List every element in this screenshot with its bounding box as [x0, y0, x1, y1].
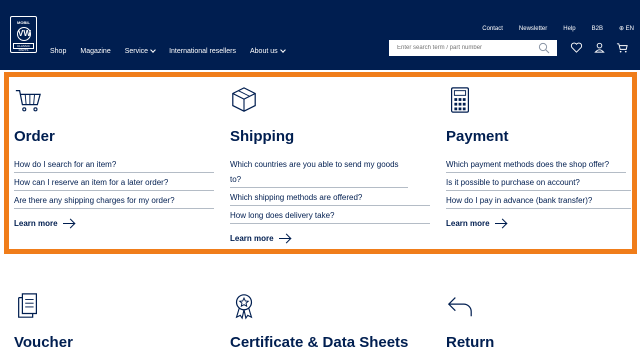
certificate-icon — [235, 294, 253, 320]
faq-section-payment: Payment Which payment methods does the s… — [446, 86, 631, 231]
learn-more-link[interactable]: Learn more — [14, 219, 74, 228]
section-title: Return — [446, 334, 495, 351]
search-input[interactable] — [397, 45, 535, 51]
faq-section-shipping: Shipping Which countries are you able to… — [230, 86, 430, 246]
learn-more-link[interactable]: Learn more — [446, 219, 506, 228]
arrow-right-icon — [278, 238, 290, 239]
learn-more-label: Learn more — [230, 234, 274, 243]
site-header: MOBIL VW CLASSIC PARTS Shop Magazine Ser… — [0, 0, 640, 70]
vw-logo-icon: VW — [17, 27, 31, 41]
logo-bottom-text: CLASSIC PARTS — [13, 43, 34, 52]
help-link[interactable]: Help — [563, 26, 575, 32]
header-icons — [570, 41, 629, 54]
user-icon[interactable] — [593, 41, 606, 54]
faq-section-return: Return — [446, 292, 494, 351]
faq-section-voucher: Voucher — [14, 292, 73, 351]
main-nav: Shop Magazine Service International rese… — [50, 44, 286, 58]
vw-classic-parts-logo[interactable]: MOBIL VW CLASSIC PARTS — [10, 16, 37, 53]
nav-about-label: About us — [250, 47, 278, 55]
utility-links: Contact Newsletter Help B2B ⊕ EN — [482, 25, 634, 33]
faq-link[interactable]: How do I pay in advance (bank transfer)? — [446, 193, 631, 209]
language-label: EN — [625, 26, 634, 32]
box-icon — [232, 87, 256, 112]
chevron-down-icon — [279, 47, 286, 53]
section-title: Order — [14, 128, 55, 145]
nav-shop[interactable]: Shop — [50, 48, 66, 55]
section-title: Shipping — [230, 128, 295, 145]
faq-link[interactable]: How long does delivery take? — [230, 208, 430, 224]
section-title: Voucher — [14, 334, 73, 351]
cart-icon[interactable] — [616, 41, 629, 54]
b2b-link[interactable]: B2B — [592, 26, 603, 32]
return-icon — [447, 297, 472, 317]
faq-link[interactable]: Is it possible to purchase on account? — [446, 175, 631, 191]
faq-link[interactable]: Are there any shipping charges for my or… — [14, 193, 214, 209]
faq-link[interactable]: How can I reserve an item for a later or… — [14, 175, 214, 191]
nav-international-resellers[interactable]: International resellers — [169, 48, 236, 55]
logo-top-text: MOBIL — [17, 20, 30, 25]
arrow-right-icon — [494, 223, 506, 224]
document-icon — [18, 293, 38, 318]
nav-about-us[interactable]: About us — [250, 47, 286, 55]
faq-link[interactable]: Which shipping methods are offered? — [230, 190, 430, 206]
arrow-right-icon — [62, 223, 74, 224]
heart-icon[interactable] — [570, 41, 583, 54]
learn-more-label: Learn more — [446, 219, 490, 228]
faq-section-order: Order How do I search for an item? How c… — [14, 86, 214, 231]
contact-link[interactable]: Contact — [482, 26, 503, 32]
nav-magazine-label: Magazine — [80, 47, 111, 55]
faq-link[interactable]: How do I search for an item? — [14, 157, 214, 173]
faq-link[interactable]: Which payment methods does the shop offe… — [446, 157, 626, 173]
globe-icon: ⊕ — [618, 26, 626, 32]
nav-shop-label: Shop — [50, 47, 67, 55]
newsletter-link[interactable]: Newsletter — [519, 26, 547, 32]
nav-service[interactable]: Service — [124, 47, 156, 55]
nav-magazine[interactable]: Magazine — [80, 48, 110, 55]
section-title: Payment — [446, 128, 509, 145]
nav-resellers-label: International resellers — [169, 47, 236, 55]
learn-more-link[interactable]: Learn more — [230, 234, 290, 243]
language-selector[interactable]: ⊕ EN — [619, 25, 634, 32]
nav-service-label: Service — [124, 47, 149, 55]
search-box — [389, 40, 557, 56]
search-icon[interactable] — [538, 42, 550, 54]
chevron-down-icon — [150, 47, 156, 53]
learn-more-label: Learn more — [14, 219, 58, 228]
calculator-icon — [450, 87, 470, 113]
cart-icon — [15, 90, 41, 112]
section-title: Certificate & Data Sheets — [230, 334, 409, 351]
faq-section-certificates: Certificate & Data Sheets — [230, 292, 408, 351]
faq-link[interactable]: Which countries are you able to send my … — [230, 157, 408, 188]
